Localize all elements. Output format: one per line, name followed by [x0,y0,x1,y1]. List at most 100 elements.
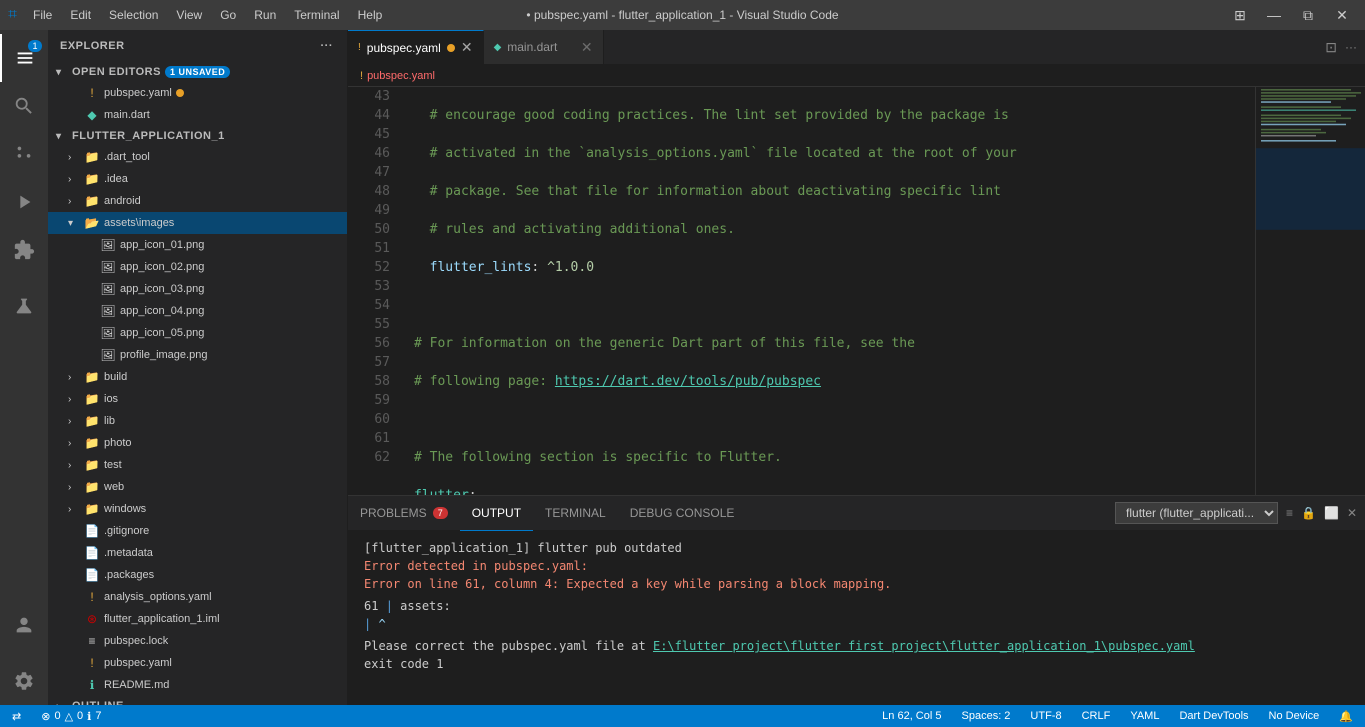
activity-item-test[interactable] [0,282,48,330]
file-icon: 📄 [84,523,100,539]
menu-terminal[interactable]: Terminal [286,6,347,24]
menu-view[interactable]: View [168,6,210,24]
tab-pubspec-icon: ! [358,42,361,53]
terminal-label: TERMINAL [545,506,606,520]
file-metadata[interactable]: 📄 .metadata [48,542,347,564]
file-readme[interactable]: ℹ README.md [48,674,347,696]
open-editor-main[interactable]: ◆ main.dart [48,104,347,126]
tab-debug-console[interactable]: DEBUG CONSOLE [618,496,747,531]
status-encoding[interactable]: UTF-8 [1026,710,1065,722]
file-pubspec-yaml[interactable]: ! pubspec.yaml [48,652,347,674]
file-app-icon-05[interactable]: 🖼 app_icon_05.png [48,322,347,344]
panel-maximize-icon[interactable]: ⬜ [1324,506,1339,520]
activity-item-settings[interactable] [0,657,48,705]
activity-bar: 1 [0,30,48,705]
ln-44: 44 [356,106,390,125]
menu-selection[interactable]: Selection [101,6,166,24]
open-editors-arrow: ▾ [56,67,72,78]
breadcrumb: ! pubspec.yaml [348,65,1365,87]
gitignore-label: .gitignore [104,525,149,537]
file-app-icon-04[interactable]: 🖼 app_icon_04.png [48,300,347,322]
tab-output[interactable]: OUTPUT [460,496,533,531]
status-language[interactable]: YAML [1126,710,1163,722]
open-editor-pubspec[interactable]: ! pubspec.yaml [48,82,347,104]
folder-ios[interactable]: › 📁 ios [48,388,347,410]
status-bell[interactable]: 🔔 [1335,710,1357,723]
activity-item-source-control[interactable] [0,130,48,178]
minimize-button[interactable]: — [1259,0,1289,30]
activity-item-extensions[interactable] [0,226,48,274]
ln-56: 56 [356,334,390,353]
file-gitignore[interactable]: 📄 .gitignore [48,520,347,542]
status-remote[interactable]: ⇄ [8,710,25,723]
file-app-icon-02[interactable]: 🖼 app_icon_02.png [48,256,347,278]
activity-item-run[interactable] [0,178,48,226]
tab-terminal[interactable]: TERMINAL [533,496,618,531]
menu-file[interactable]: File [25,6,60,24]
status-devtools[interactable]: Dart DevTools [1175,710,1252,722]
open-editors-label: OPEN EDITORS [72,66,161,78]
status-position[interactable]: Ln 62, Col 5 [878,710,945,722]
folder-photo[interactable]: › 📁 photo [48,432,347,454]
layout-button[interactable]: ⊞ [1225,0,1255,30]
folder-web[interactable]: › 📁 web [48,476,347,498]
folder-web-label: web [104,481,124,493]
file-flutter-iml[interactable]: ⊛ flutter_application_1.iml [48,608,347,630]
tab-main[interactable]: ◆ main.dart ✕ [484,30,604,64]
ln-48: 48 [356,182,390,201]
project-section[interactable]: ▾ FLUTTER_APPLICATION_1 [48,126,347,146]
more-actions-icon[interactable]: ··· [1345,40,1357,54]
ln-49: 49 [356,201,390,220]
flutter-iml-label: flutter_application_1.iml [104,613,220,625]
file-pubspec-lock[interactable]: ≡ pubspec.lock [48,630,347,652]
folder-test[interactable]: › 📁 test [48,454,347,476]
tab-problems[interactable]: PROBLEMS 7 [348,496,460,531]
output-source-dropdown[interactable]: flutter (flutter_applicati... [1115,502,1278,524]
menu-run[interactable]: Run [246,6,284,24]
code-area[interactable]: # encourage good coding practices. The l… [398,87,1255,495]
tab-pubspec[interactable]: ! pubspec.yaml ✕ [348,30,484,64]
status-line-ending[interactable]: CRLF [1078,710,1115,722]
menu-edit[interactable]: Edit [62,6,99,24]
file-analysis-options[interactable]: ! analysis_options.yaml [48,586,347,608]
split-editor-icon[interactable]: ⊡ [1325,39,1337,56]
file-packages[interactable]: 📄 .packages [48,564,347,586]
tab-close-pubspec[interactable]: ✕ [461,39,473,56]
panel-lock-icon[interactable]: 🔒 [1301,506,1316,520]
folder-icon7: 📁 [84,413,100,429]
ln-52: 52 [356,258,390,277]
activity-item-search[interactable] [0,82,48,130]
folder-android[interactable]: › 📁 android [48,190,347,212]
file-app-icon-01[interactable]: 🖼 app_icon_01.png [48,234,347,256]
sidebar-menu-icon[interactable]: ··· [319,38,336,54]
status-spaces[interactable]: Spaces: 2 [958,710,1015,722]
profile-image-label: profile_image.png [120,349,207,361]
debug-console-label: DEBUG CONSOLE [630,506,735,520]
panel-tabs: PROBLEMS 7 OUTPUT TERMINAL DEBUG CONSOLE… [348,496,1365,531]
folder-windows[interactable]: › 📁 windows [48,498,347,520]
maximize-button[interactable]: ⧉ [1293,0,1323,30]
folder-assets-images[interactable]: ▾ 📂 assets\images [48,212,347,234]
folder-dart-tool[interactable]: › 📁 .dart_tool [48,146,347,168]
open-editors-section[interactable]: ▾ OPEN EDITORS 1 UNSAVED [48,62,347,82]
panel-list-icon[interactable]: ≡ [1286,506,1293,520]
folder-lib[interactable]: › 📁 lib [48,410,347,432]
status-no-device[interactable]: No Device [1265,710,1324,722]
outline-section[interactable]: › OUTLINE [48,696,347,705]
close-button[interactable]: ✕ [1327,0,1357,30]
warning-count: 0 [77,710,83,722]
file-icon2: 📄 [84,545,100,561]
menu-go[interactable]: Go [212,6,244,24]
status-errors[interactable]: ⊗ 0 △ 0 ℹ 7 [37,710,105,723]
tab-close-main[interactable]: ✕ [581,39,593,56]
folder-build[interactable]: › 📁 build [48,366,347,388]
activity-item-account[interactable] [0,601,48,649]
app-icon-01-label: app_icon_01.png [120,239,204,251]
file-app-icon-03[interactable]: 🖼 app_icon_03.png [48,278,347,300]
warn-icon: ! [84,589,100,605]
menu-help[interactable]: Help [350,6,391,24]
file-profile-image[interactable]: 🖼 profile_image.png [48,344,347,366]
folder-idea[interactable]: › 📁 .idea [48,168,347,190]
activity-item-explorer[interactable]: 1 [0,34,48,82]
panel-close-icon[interactable]: ✕ [1347,506,1357,520]
